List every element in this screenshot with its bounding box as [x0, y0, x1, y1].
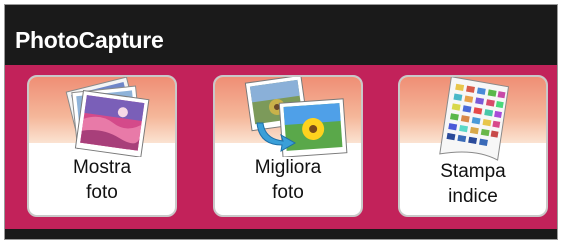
photocapture-screen: PhotoCapture Mostra foto Migliora foto S…	[4, 4, 558, 240]
label-line1: Mostra	[72, 157, 132, 178]
label-line1: Stampa	[440, 161, 506, 182]
label-line2: indice	[448, 186, 498, 207]
index-print-icon	[439, 77, 510, 161]
print-index-label: Stampa indice	[400, 159, 546, 209]
view-photos-button[interactable]: Mostra foto	[27, 75, 177, 217]
bottom-bar	[5, 229, 557, 239]
enhance-photo-icon	[244, 77, 348, 157]
label-line2: foto	[86, 182, 118, 203]
view-photos-label: Mostra foto	[29, 155, 175, 205]
print-index-button[interactable]: Stampa indice	[398, 75, 548, 217]
enhance-photos-label: Migliora foto	[215, 155, 361, 205]
screen-title: PhotoCapture	[15, 27, 164, 53]
label-line1: Migliora	[254, 157, 322, 178]
label-line2: foto	[272, 182, 304, 203]
photo-stack-icon	[65, 77, 150, 157]
title-bar: PhotoCapture	[5, 5, 557, 65]
enhance-photos-button[interactable]: Migliora foto	[213, 75, 363, 217]
